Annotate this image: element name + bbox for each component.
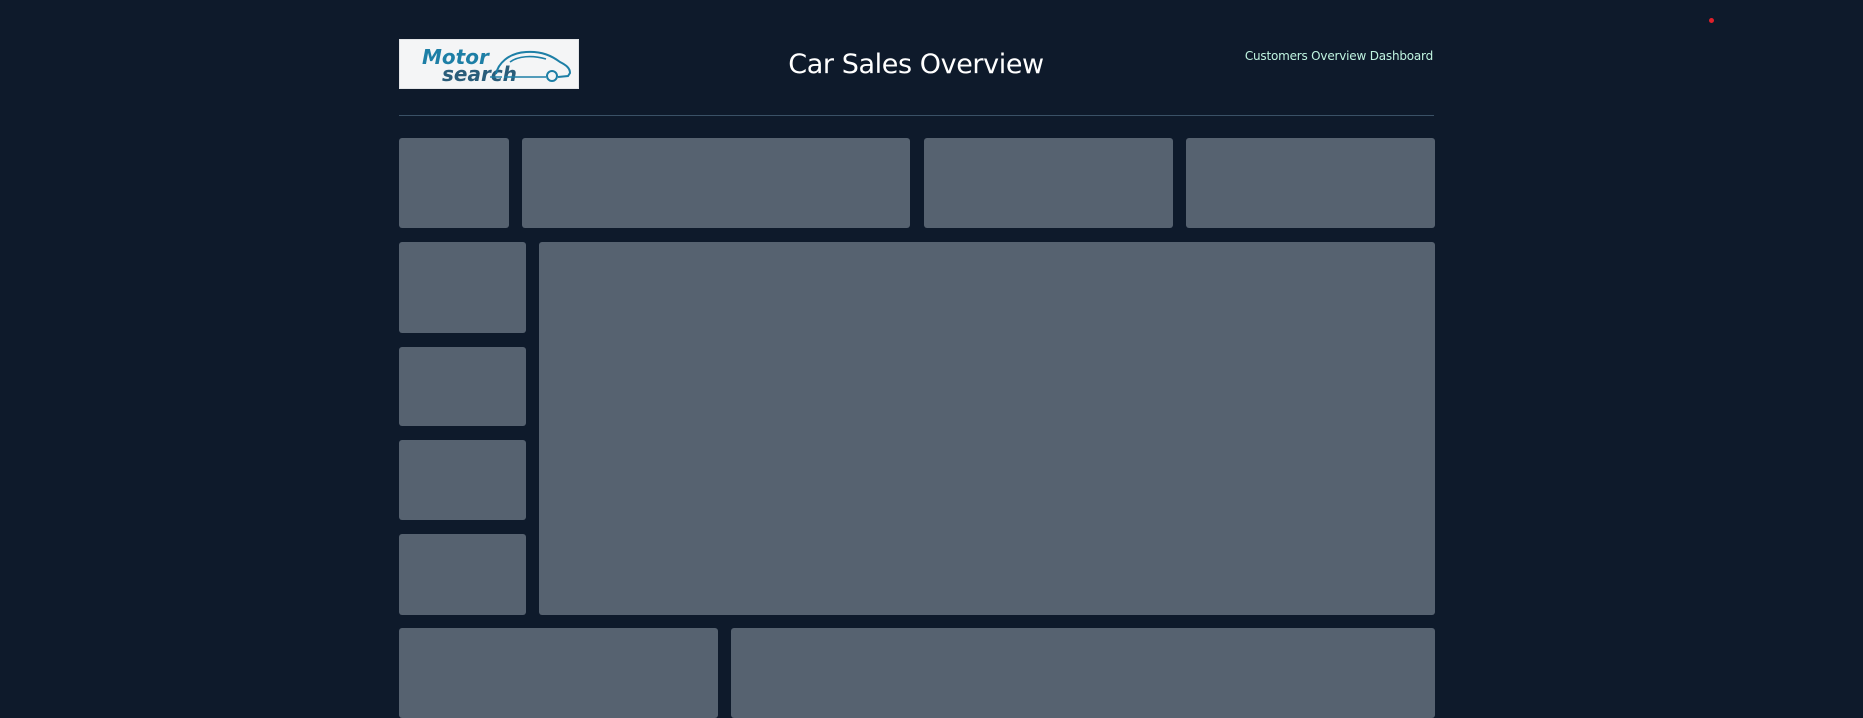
car-outline-icon: Motor search <box>422 45 572 86</box>
kpi-card-1 <box>399 138 509 228</box>
logo-word-search: search <box>442 62 517 86</box>
bottom-panel-left <box>399 628 718 718</box>
side-card-1 <box>399 242 526 333</box>
header-divider <box>399 115 1434 116</box>
kpi-card-2 <box>522 138 910 228</box>
side-card-3 <box>399 440 526 520</box>
status-indicator-dot <box>1709 18 1714 23</box>
kpi-card-4 <box>1186 138 1435 228</box>
kpi-card-3 <box>924 138 1173 228</box>
bottom-panel-right <box>731 628 1435 718</box>
side-card-4 <box>399 534 526 615</box>
page-title: Car Sales Overview <box>788 49 1044 80</box>
customers-overview-link[interactable]: Customers Overview Dashboard <box>1245 49 1433 63</box>
main-chart-panel <box>539 242 1435 615</box>
side-card-2 <box>399 347 526 426</box>
motorsearch-logo[interactable]: Motor search <box>399 39 579 89</box>
